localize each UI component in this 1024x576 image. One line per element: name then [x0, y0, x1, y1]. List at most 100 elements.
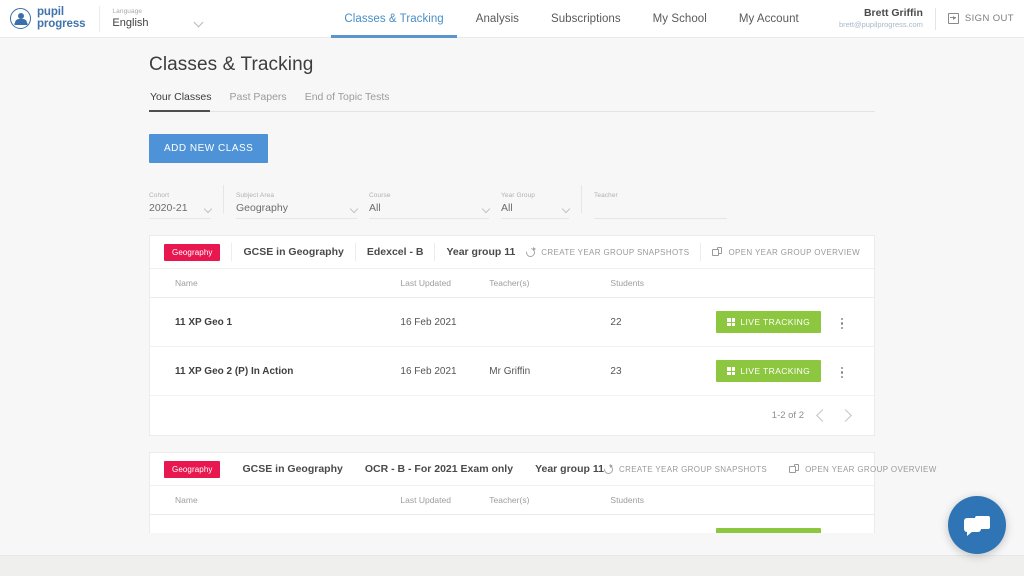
cell-last-updated: 16 Feb 2021	[400, 297, 490, 347]
chat-bubbles-icon	[964, 515, 990, 536]
table-head: Name Last Updated Teacher(s) Students	[150, 485, 874, 515]
add-new-class-button[interactable]: ADD NEW CLASS	[149, 134, 269, 163]
refresh-icon	[524, 245, 538, 259]
user-info[interactable]: Brett Griffin brett@pupilprogress.com	[839, 7, 923, 30]
cell-teachers: Mr Griffin	[489, 346, 611, 395]
table-row[interactable]: 11 XP Geo 3 14 Dec 2020 Mr Griffin 23 LI…	[150, 514, 874, 533]
brand-logo[interactable]: pupil progress	[0, 5, 86, 31]
underline	[501, 218, 569, 219]
live-tracking-label: LIVE TRACKING	[740, 317, 811, 327]
filter-course-label: Course	[369, 192, 391, 199]
nav-item-my-account[interactable]: My Account	[723, 0, 815, 38]
cell-action: LIVE TRACKING	[716, 514, 838, 533]
filter-teacher[interactable]: Teacher	[594, 192, 739, 219]
filter-teacher-value	[594, 202, 739, 214]
underline	[594, 218, 727, 219]
cell-last-updated: 16 Feb 2021	[400, 346, 490, 395]
filter-cohort-label: Cohort	[149, 192, 170, 199]
filter-teacher-label: Teacher	[594, 192, 618, 199]
tab-end-of-topic-tests[interactable]: End of Topic Tests	[296, 91, 399, 111]
open-overview-label: OPEN YEAR GROUP OVERVIEW	[728, 247, 860, 257]
underline	[236, 218, 357, 219]
divider	[934, 7, 936, 30]
primary-nav: Classes & Tracking Analysis Subscription…	[328, 0, 814, 38]
subject-badge: Geography	[164, 243, 221, 261]
cell-menu	[837, 297, 874, 347]
cell-students: 23	[610, 346, 717, 395]
windows-icon	[712, 247, 723, 257]
grid-icon	[727, 367, 736, 375]
pagination: 1-2 of 2	[150, 395, 874, 435]
cell-class-name: 11 XP Geo 3	[150, 514, 401, 533]
class-group-card: Geography GCSE in Geography Edexcel - B …	[149, 235, 875, 436]
nav-item-subscriptions[interactable]: Subscriptions	[535, 0, 637, 38]
nav-item-analysis[interactable]: Analysis	[460, 0, 535, 38]
card-header: Geography GCSE in Geography Edexcel - B …	[150, 236, 874, 268]
row-menu-button[interactable]	[838, 315, 846, 332]
live-tracking-button[interactable]: LIVE TRACKING	[716, 311, 822, 333]
filter-subject-area[interactable]: Subject Area Geography	[236, 192, 369, 219]
divider	[231, 243, 233, 261]
create-year-group-snapshots-button[interactable]: CREATE YEAR GROUP SNAPSHOTS	[524, 245, 689, 259]
sign-out-button[interactable]: SIGN OUT	[947, 13, 1014, 24]
cell-class-name: 11 XP Geo 1	[150, 297, 401, 347]
table-row[interactable]: 11 XP Geo 2 (P) In Action 16 Feb 2021 Mr…	[150, 346, 874, 395]
brand-name-line1: pupil	[37, 5, 64, 18]
language-selector[interactable]: Language English	[112, 8, 208, 29]
exam-board-label: Edexcel - B	[366, 246, 424, 258]
table-body: 11 XP Geo 1 16 Feb 2021 22 LIVE TRACKING	[150, 297, 874, 395]
col-students: Students	[610, 268, 717, 298]
next-page-button[interactable]	[839, 409, 852, 422]
divider	[434, 243, 436, 261]
tab-your-classes[interactable]: Your Classes	[149, 91, 220, 112]
table-header-row: Name Last Updated Teacher(s) Students	[150, 268, 874, 298]
create-year-group-snapshots-button[interactable]: CREATE YEAR GROUP SNAPSHOTS	[602, 462, 767, 476]
live-tracking-button[interactable]: LIVE TRACKING	[716, 360, 822, 382]
subject-badge: Geography	[164, 460, 221, 478]
col-action	[716, 485, 838, 515]
cell-class-name: 11 XP Geo 2 (P) In Action	[150, 346, 401, 395]
filter-course[interactable]: Course All	[369, 192, 501, 219]
class-group-card: Geography GCSE in Geography OCR - B - Fo…	[149, 452, 936, 533]
col-menu	[837, 485, 874, 515]
user-email: brett@pupilprogress.com	[838, 20, 923, 30]
filter-year-group[interactable]: Year Group All	[501, 192, 581, 219]
grid-icon	[727, 318, 736, 326]
divider	[581, 185, 582, 213]
row-menu-button[interactable]	[838, 364, 846, 381]
sub-tab-bar: Your Classes Past Papers End of Topic Te…	[149, 91, 875, 112]
refresh-icon	[602, 462, 615, 476]
col-name: Name	[150, 485, 401, 515]
live-tracking-button[interactable]: LIVE TRACKING	[716, 528, 822, 533]
divider	[700, 243, 702, 261]
exit-icon	[947, 13, 959, 24]
language-label: Language	[112, 8, 143, 15]
nav-item-classes-tracking[interactable]: Classes & Tracking	[328, 0, 459, 38]
row-menu-button[interactable]	[838, 532, 846, 533]
cell-last-updated: 14 Dec 2020	[400, 514, 490, 533]
col-last-updated: Last Updated	[400, 268, 490, 298]
brand-name-line2: progress	[37, 17, 86, 30]
filter-subject-area-label: Subject Area	[236, 192, 275, 199]
user-area: Brett Griffin brett@pupilprogress.com SI…	[839, 7, 1024, 30]
top-navigation-bar: pupil progress Language English Classes …	[0, 0, 1024, 38]
tab-past-papers[interactable]: Past Papers	[220, 91, 295, 111]
open-overview-label: OPEN YEAR GROUP OVERVIEW	[805, 464, 937, 474]
divider	[354, 243, 356, 261]
table-body: 11 XP Geo 3 14 Dec 2020 Mr Griffin 23 LI…	[150, 514, 874, 533]
previous-page-button[interactable]	[816, 409, 829, 422]
filter-cohort[interactable]: Cohort 2020-21	[149, 192, 223, 219]
cell-students: 23	[610, 514, 717, 533]
col-students: Students	[610, 485, 717, 515]
open-year-group-overview-button[interactable]: OPEN YEAR GROUP OVERVIEW	[712, 247, 860, 257]
col-action	[716, 268, 838, 298]
cell-teachers	[489, 297, 611, 347]
open-year-group-overview-button[interactable]: OPEN YEAR GROUP OVERVIEW	[789, 464, 937, 474]
nav-item-my-school[interactable]: My School	[637, 0, 723, 38]
col-last-updated: Last Updated	[400, 485, 490, 515]
table-row[interactable]: 11 XP Geo 1 16 Feb 2021 22 LIVE TRACKING	[150, 297, 874, 347]
divider	[223, 185, 224, 213]
filter-year-group-label: Year Group	[501, 192, 536, 199]
cell-action: LIVE TRACKING	[716, 297, 838, 347]
chat-widget-button[interactable]	[948, 496, 1006, 554]
